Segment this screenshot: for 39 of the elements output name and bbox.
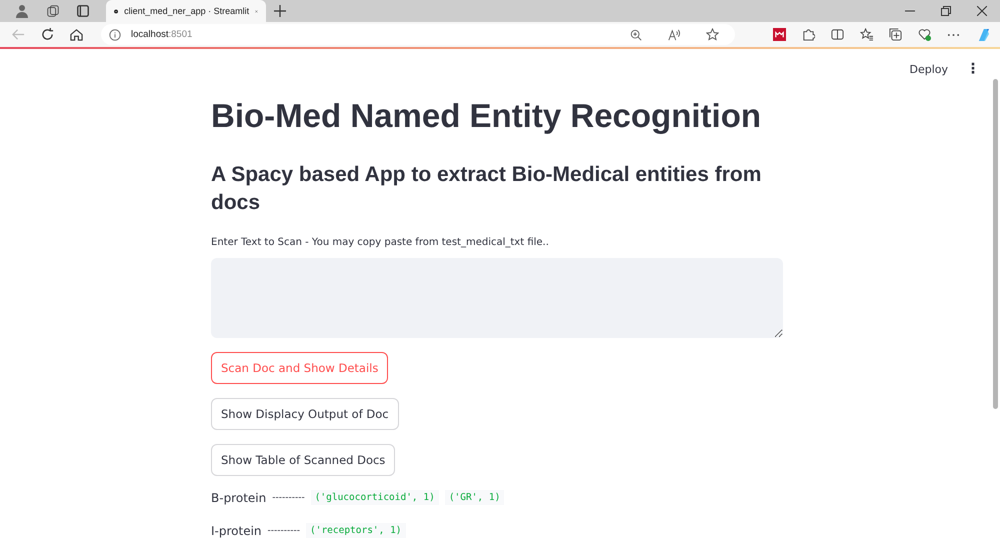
entity-code: ('glucocorticoid', 1) xyxy=(310,490,439,505)
action-button[interactable]: Show Table of Scanned Docs xyxy=(211,444,396,476)
restore-icon[interactable] xyxy=(941,6,951,16)
main-menu-button[interactable]: ⋮ xyxy=(964,59,982,79)
profile-icon[interactable] xyxy=(14,3,30,19)
more-icon[interactable] xyxy=(947,32,960,36)
scrollbar[interactable] xyxy=(993,79,998,409)
entity-code: ('GR', 1) xyxy=(444,490,504,505)
deploy-button[interactable]: Deploy xyxy=(907,60,950,78)
tab-title: client_med_ner_app · Streamlit xyxy=(124,6,250,16)
home-icon[interactable] xyxy=(70,28,83,41)
separator-dashes: ---------- xyxy=(268,526,300,536)
health-icon[interactable] xyxy=(918,28,931,41)
extension-icon[interactable] xyxy=(773,28,786,41)
refresh-icon[interactable] xyxy=(41,28,54,41)
split-screen-icon[interactable] xyxy=(831,28,844,41)
browser-tab[interactable]: client_med_ner_app · Streamlit xyxy=(106,0,266,22)
tab-actions-icon[interactable] xyxy=(76,4,90,18)
entity-code: ('receptors', 1) xyxy=(306,523,406,538)
page-subtitle: A Spacy based App to extract Bio-Medical entities from docs xyxy=(211,162,762,216)
url-text: localhost:8501 xyxy=(131,29,192,40)
text-input-field[interactable] xyxy=(211,258,783,338)
read-aloud-icon[interactable] xyxy=(668,28,680,40)
entity-label: I-protein xyxy=(211,524,262,538)
puzzle-icon[interactable] xyxy=(802,28,815,41)
input-label: Enter Text to Scan - You may copy paste from test_medical_txt file.. xyxy=(211,237,550,248)
close-icon[interactable] xyxy=(977,6,987,16)
collections-icon[interactable] xyxy=(889,28,902,41)
entity-label: B-protein xyxy=(211,490,266,504)
zoom-icon[interactable] xyxy=(630,28,642,40)
separator-dashes: ---------- xyxy=(272,492,305,502)
new-tab-icon[interactable] xyxy=(274,5,286,17)
info-icon[interactable] xyxy=(109,28,121,40)
page-title: Bio-Med Named Entity Recognition xyxy=(211,97,762,135)
workspaces-icon[interactable] xyxy=(46,4,60,18)
star-icon[interactable] xyxy=(706,28,719,41)
action-button[interactable]: Show Displacy Output of Doc xyxy=(211,398,399,430)
address-bar[interactable]: localhost:8501 xyxy=(101,24,735,45)
favorites-icon[interactable] xyxy=(860,28,873,41)
